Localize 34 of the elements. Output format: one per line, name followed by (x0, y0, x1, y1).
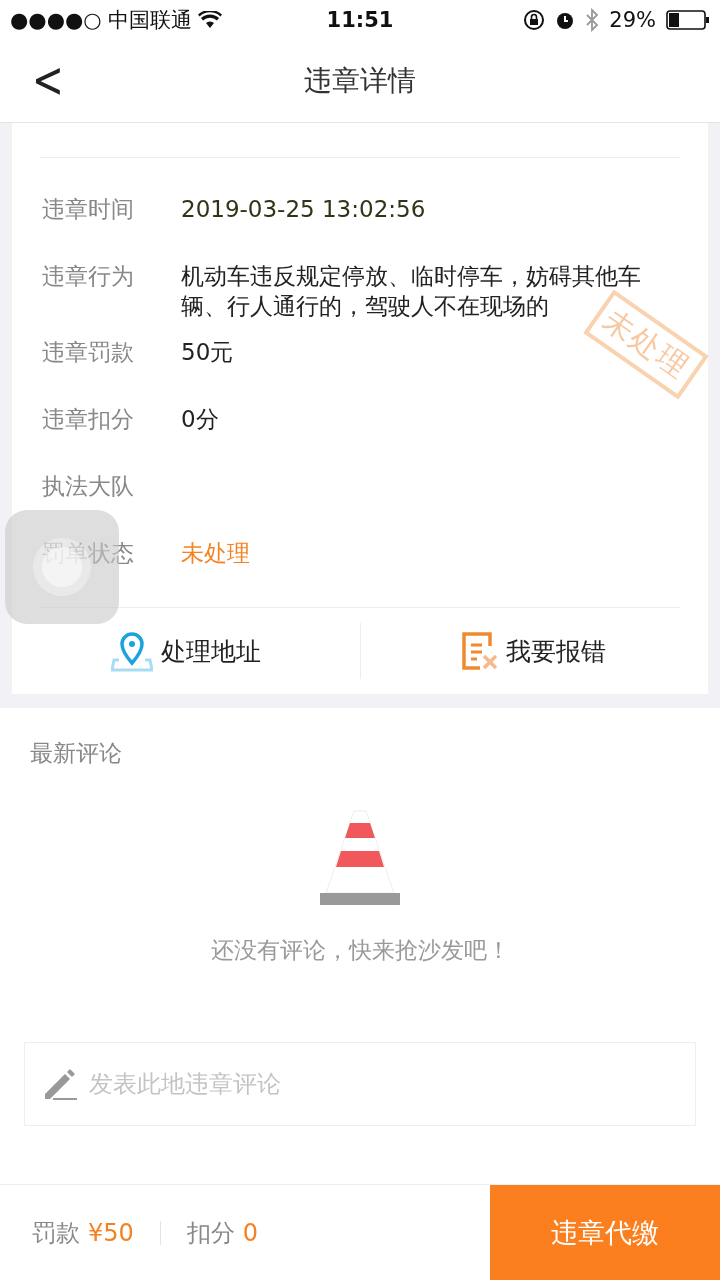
detail-label: 执法大队 (42, 472, 135, 501)
empty-comments-text: 还没有评论，快来抢沙发吧！ (210, 936, 510, 965)
battery-percent: 29% (609, 8, 656, 32)
pencil-icon (43, 1067, 77, 1101)
wifi-icon (197, 11, 222, 29)
points-amount: 0 (242, 1218, 259, 1247)
detail-label: 违章扣分 (42, 405, 135, 434)
carrier-name: 中国联通 (107, 7, 192, 34)
fine-label: 罚款 (32, 1217, 80, 1249)
status-value: 未处理 (181, 539, 250, 568)
back-button[interactable]: < (24, 51, 72, 109)
alarm-icon (555, 10, 576, 30)
battery-icon (666, 10, 710, 30)
detail-value: 50元 (181, 338, 234, 367)
traffic-cone-icon (320, 809, 400, 905)
clock-time: 11:51 (326, 8, 394, 32)
fine-amount: ¥50 (88, 1218, 134, 1247)
comments-heading: 最新评论 (29, 739, 123, 768)
points-label: 扣分 (186, 1217, 235, 1249)
document-error-icon (462, 632, 499, 670)
detail-label: 违章时间 (42, 195, 135, 224)
page-title: 违章详情 (304, 63, 416, 99)
detail-value: 2019-03-25 13:02:56 (181, 195, 426, 224)
map-pin-icon (110, 630, 153, 672)
signal-dots: ●●●●○ (10, 8, 102, 32)
comment-box[interactable]: 发表此地违章评论 (24, 1042, 696, 1126)
rotation-lock-icon (523, 9, 546, 31)
bluetooth-icon (585, 8, 600, 32)
status-stamp: 未处理 (583, 289, 709, 400)
report-error-button[interactable]: 我要报错 (360, 608, 708, 694)
detail-label: 违章罚款 (42, 338, 135, 367)
detail-value: 0分 (181, 405, 219, 434)
detail-label: 违章行为 (42, 262, 135, 291)
address-button[interactable]: 处理地址 (12, 608, 360, 694)
